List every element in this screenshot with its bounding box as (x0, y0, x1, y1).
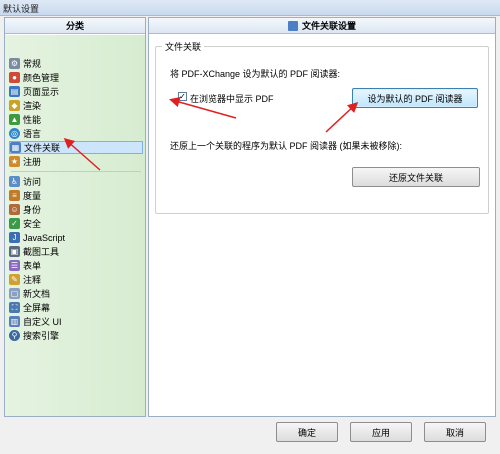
category-separator (11, 171, 141, 172)
sidebar-item-label: JavaScript (23, 232, 66, 243)
sidebar-item-general[interactable]: ⚙ 常规 (9, 57, 143, 70)
performance-icon: ▲ (9, 114, 20, 125)
new-document-icon: ▢ (9, 288, 20, 299)
sidebar-item-identity[interactable]: ☺ 身份 (9, 203, 143, 216)
sidebar-item-customize-ui[interactable]: ▥ 自定义 UI (9, 315, 143, 328)
sidebar-item-color-management[interactable]: ● 颜色管理 (9, 71, 143, 84)
sidebar-item-label: 截图工具 (23, 247, 60, 257)
snapshot-icon: ▣ (9, 246, 20, 257)
sidebar-item-label: 性能 (23, 115, 42, 125)
settings-panel-title: 文件关联设置 (301, 21, 356, 31)
sidebar-item-label: 身份 (23, 205, 42, 215)
sidebar-item-security[interactable]: ✓ 安全 (9, 217, 143, 230)
set-default-reader-button[interactable]: 设为默认的 PDF 阅读器 (352, 88, 478, 108)
sidebar-item-label: 注释 (23, 275, 42, 285)
sidebar-item-search-engine[interactable]: ⚲ 搜索引擎 (9, 329, 143, 342)
sidebar-item-label: 自定义 UI (23, 317, 62, 327)
render-icon: ◆ (9, 100, 20, 111)
sidebar-item-label: 搜索引擎 (23, 331, 60, 341)
group-title: 文件关联 (162, 40, 205, 53)
show-in-browser-label: 在浏览器中显示 PDF (190, 94, 274, 104)
identity-icon: ☺ (9, 204, 20, 215)
restore-text: 还原上一个关联的程序为默认 PDF 阅读器 (如果未被移除): (170, 141, 402, 151)
sidebar-item-label: 安全 (23, 219, 42, 229)
sidebar-item-snapshot-tool[interactable]: ▣ 截图工具 (9, 245, 143, 258)
sidebar-item-label: 颜色管理 (23, 73, 60, 83)
restore-association-button[interactable]: 还原文件关联 (352, 167, 480, 187)
sidebar-item-label: 注册 (23, 157, 42, 167)
access-icon: ♿ (9, 176, 20, 187)
comment-icon: ✎ (9, 274, 20, 285)
palette-icon: ● (9, 72, 20, 83)
title-bar: 默认设置 (0, 0, 500, 16)
sidebar-item-label: 表单 (23, 261, 42, 271)
sidebar-item-forms[interactable]: ☰ 表单 (9, 259, 143, 272)
show-in-browser-checkbox[interactable]: ✓ (178, 92, 187, 101)
category-panel: 分类 ⚙ 常规 ● 颜色管理 ▤ 页面显示 ◆ 渲染 ▲ 性能 ◎ 语言 ▦ 文件关联 ★ 注册… (4, 17, 146, 417)
sidebar-item-file-association[interactable]: ▦ 文件关联 (9, 141, 143, 154)
sidebar-item-access[interactable]: ♿ 访问 (9, 175, 143, 188)
ruler-icon: ≡ (9, 190, 20, 201)
settings-panel-header: 文件关联设置 (149, 18, 495, 34)
category-list: ⚙ 常规 ● 颜色管理 ▤ 页面显示 ◆ 渲染 ▲ 性能 ◎ 语言 ▦ 文件关联 ★ 注册 ♿ 访… (5, 35, 145, 416)
file-association-icon: ▦ (10, 142, 21, 153)
sidebar-item-label: 常规 (23, 59, 42, 69)
search-engine-icon: ⚲ (9, 330, 20, 341)
sidebar-item-page-display[interactable]: ▤ 页面显示 (9, 85, 143, 98)
sidebar-item-label: 访问 (23, 177, 42, 187)
sidebar-item-performance[interactable]: ▲ 性能 (9, 113, 143, 126)
settings-panel: 文件关联设置 文件关联 将 PDF-XChange 设为默认的 PDF 阅读器:… (148, 17, 496, 417)
sidebar-item-comments[interactable]: ✎ 注释 (9, 273, 143, 286)
category-header: 分类 (5, 18, 145, 34)
dialog-button-bar: 确定 应用 取消 (0, 418, 500, 454)
file-association-group: 文件关联 将 PDF-XChange 设为默认的 PDF 阅读器: ✓ 在浏览器… (155, 40, 489, 214)
gear-icon: ⚙ (9, 58, 20, 69)
sidebar-item-new-document[interactable]: ▢ 新文档 (9, 287, 143, 300)
sidebar-item-label: 度量 (23, 191, 42, 201)
customize-ui-icon: ▥ (9, 316, 20, 327)
sidebar-item-label: 页面显示 (23, 87, 60, 97)
sidebar-item-label: 语言 (23, 129, 42, 139)
set-default-text: 将 PDF-XChange 设为默认的 PDF 阅读器: (170, 69, 341, 79)
register-icon: ★ (9, 156, 20, 167)
javascript-icon: J (9, 232, 20, 243)
cancel-button[interactable]: 取消 (424, 422, 486, 442)
page-display-icon: ▤ (9, 86, 20, 97)
sidebar-item-measure[interactable]: ≡ 度量 (9, 189, 143, 202)
sidebar-item-javascript[interactable]: J JavaScript (9, 231, 143, 244)
window-title: 默认设置 (3, 4, 40, 14)
sidebar-item-fullscreen[interactable]: ⛶ 全屏幕 (9, 301, 143, 314)
file-association-icon (287, 20, 298, 31)
sidebar-item-render[interactable]: ◆ 渲染 (9, 99, 143, 112)
fullscreen-icon: ⛶ (9, 302, 20, 313)
sidebar-item-label: 渲染 (23, 101, 42, 111)
globe-icon: ◎ (9, 128, 20, 139)
sidebar-item-label: 文件关联 (24, 143, 61, 153)
ok-button[interactable]: 确定 (276, 422, 338, 442)
sidebar-item-label: 新文档 (23, 289, 51, 299)
apply-button[interactable]: 应用 (350, 422, 412, 442)
form-icon: ☰ (9, 260, 20, 271)
shield-icon: ✓ (9, 218, 20, 229)
sidebar-item-label: 全屏幕 (23, 303, 51, 313)
sidebar-item-register[interactable]: ★ 注册 (9, 155, 143, 168)
sidebar-item-language[interactable]: ◎ 语言 (9, 127, 143, 140)
